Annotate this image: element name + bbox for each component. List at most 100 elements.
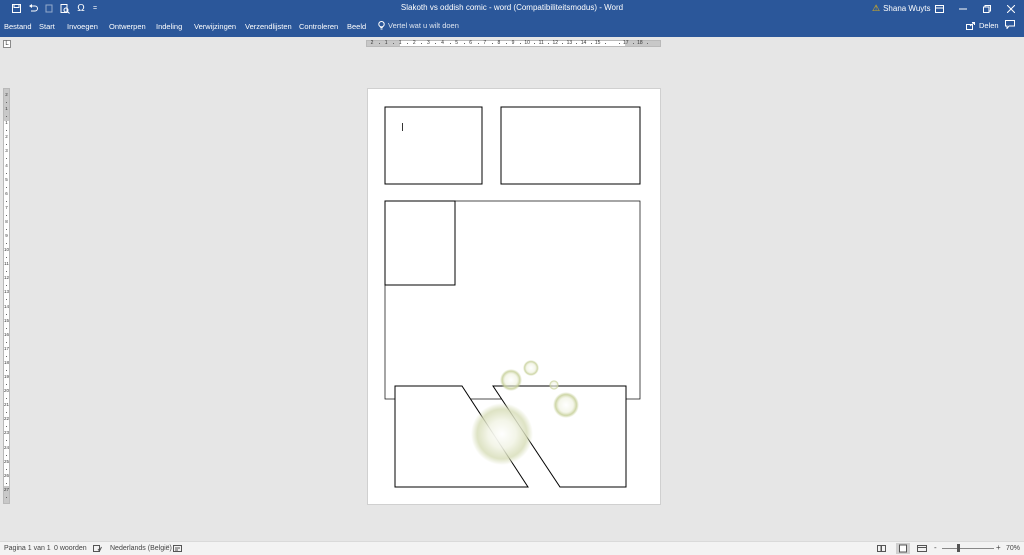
user-account[interactable]: ⚠ Shana Wuyts: [872, 3, 931, 14]
ruler-label: 20: [4, 388, 10, 394]
ruler-tick: [618, 43, 620, 44]
ruler-tick: [6, 327, 7, 329]
ruler-tick: [505, 43, 507, 44]
ruler-tick: [6, 285, 7, 287]
ruler-label: 4: [5, 162, 8, 168]
tab-stop-selector[interactable]: L: [3, 40, 11, 48]
ruler-tick: [562, 43, 564, 44]
ruler-tick: [548, 43, 550, 44]
share-button[interactable]: Delen: [966, 21, 999, 30]
tab-bestand[interactable]: Bestand: [4, 22, 32, 31]
ruler-tick: [6, 144, 7, 146]
web-layout-icon[interactable]: [917, 545, 927, 554]
panel-top-right[interactable]: [500, 106, 641, 185]
ruler-tick: [6, 200, 7, 202]
read-mode-icon[interactable]: [877, 545, 886, 554]
ruler-tick: [6, 158, 7, 160]
ruler-tick: [421, 43, 423, 44]
ruler-label: 8: [497, 40, 501, 46]
ruler-label: 13: [566, 40, 573, 46]
bubble-medium: [553, 392, 579, 418]
lightbulb-icon: [378, 21, 385, 30]
language-indicator[interactable]: Nederlands (België): [110, 545, 172, 552]
tab-ontwerpen[interactable]: Ontwerpen: [109, 22, 146, 31]
zoom-slider-thumb[interactable]: [957, 544, 960, 552]
ruler-label: 4: [441, 40, 444, 46]
restore-icon[interactable]: [974, 0, 1000, 17]
vertical-ruler[interactable]: 2 1 1 2 3 4 5 6 7 8 9 10 11 12 13 14 15 16 17 18 19 20 21 22 23 2…: [3, 88, 10, 504]
proofing-icon[interactable]: [93, 545, 102, 554]
ruler-tick: [407, 43, 409, 44]
ruler-tick: [6, 116, 7, 118]
tab-controleren[interactable]: Controleren: [299, 22, 338, 31]
ruler-tick: [576, 43, 578, 44]
tab-verwijzingen[interactable]: Verwijzingen: [194, 22, 236, 31]
comment-icon[interactable]: [1005, 20, 1015, 31]
tab-verzendlijsten[interactable]: Verzendlijsten: [245, 22, 292, 31]
ribbon-tabs: Bestand Start Invoegen Ontwerpen Indelin…: [0, 17, 1024, 37]
horizontal-ruler[interactable]: 2 1 1 2 3 4 5 6 7 8 9 10 11 12 13 14 15 17 18: [366, 40, 661, 47]
ruler-label: 21: [4, 402, 10, 408]
ruler-label: 18: [637, 40, 643, 46]
panel-top-left[interactable]: [384, 106, 483, 185]
ruler-tick: [6, 496, 7, 498]
ruler-label: 8: [5, 218, 8, 224]
ruler-label: 3: [5, 148, 8, 154]
zoom-level[interactable]: 70%: [1006, 545, 1020, 552]
tab-start[interactable]: Start: [39, 22, 55, 31]
window-title: Slakoth vs oddish comic - word (Compatib…: [400, 3, 624, 12]
ruler-label: 5: [455, 40, 458, 46]
ruler-label: 2: [370, 40, 374, 46]
ruler-tick: [520, 43, 522, 44]
ruler-label: 9: [5, 233, 8, 238]
zoom-slider[interactable]: [942, 548, 994, 549]
ruler-tick: [590, 43, 592, 44]
ruler-tick: [604, 43, 606, 44]
ruler-label: 12: [552, 40, 559, 46]
ruler-label: 10: [524, 40, 530, 46]
print-layout-icon[interactable]: [896, 543, 910, 554]
panel-middle-inset[interactable]: [384, 200, 456, 286]
ruler-tick: [6, 228, 7, 230]
ruler-tick: [6, 426, 7, 428]
minimize-icon[interactable]: [950, 0, 976, 17]
ruler-label: 14: [4, 303, 10, 309]
ruler-tick: [393, 43, 395, 44]
tab-beeld[interactable]: Beeld: [347, 22, 366, 31]
document-page[interactable]: [367, 88, 661, 505]
zoom-in-button[interactable]: +: [996, 543, 1001, 552]
ruler-tick: [6, 440, 7, 442]
ruler-label: 2: [412, 40, 416, 46]
share-label: Delen: [979, 21, 999, 30]
user-name: Shana Wuyts: [883, 4, 931, 13]
status-bar: Pagina 1 van 1 0 woorden Nederlands (Bel…: [0, 541, 1024, 555]
ruler-tick: [6, 130, 7, 132]
ruler-tick: [463, 43, 465, 44]
tell-me-search[interactable]: Vertel wat u wilt doen: [378, 21, 459, 30]
page-count[interactable]: Pagina 1 van 1: [4, 545, 51, 552]
bubble-small-1: [500, 369, 522, 391]
ruler-tick: [6, 214, 7, 216]
close-icon[interactable]: [998, 0, 1024, 17]
ruler-label: 7: [5, 204, 8, 210]
warning-icon: ⚠: [872, 3, 881, 13]
ruler-tick: [435, 43, 437, 44]
ruler-label: 2: [5, 134, 8, 140]
tab-indeling[interactable]: Indeling: [156, 22, 182, 31]
ruler-label: 6: [5, 190, 8, 196]
ruler-tick: [6, 398, 7, 400]
word-count[interactable]: 0 woorden: [54, 545, 87, 552]
ruler-label: 17: [623, 40, 629, 46]
ruler-label: 26: [4, 472, 10, 478]
ruler-label: 7: [483, 40, 487, 46]
zoom-out-button[interactable]: -: [934, 543, 937, 552]
macro-recording-icon[interactable]: [173, 545, 182, 554]
tab-invoegen[interactable]: Invoegen: [67, 22, 98, 31]
ruler-tick: [6, 482, 7, 484]
ruler-tick: [477, 43, 479, 44]
ruler-tick: [491, 43, 493, 44]
ruler-tick: [6, 257, 7, 259]
ruler-label: 25: [4, 458, 10, 464]
comic-panels-drawing: [384, 106, 641, 488]
ribbon-display-icon[interactable]: [926, 0, 952, 17]
